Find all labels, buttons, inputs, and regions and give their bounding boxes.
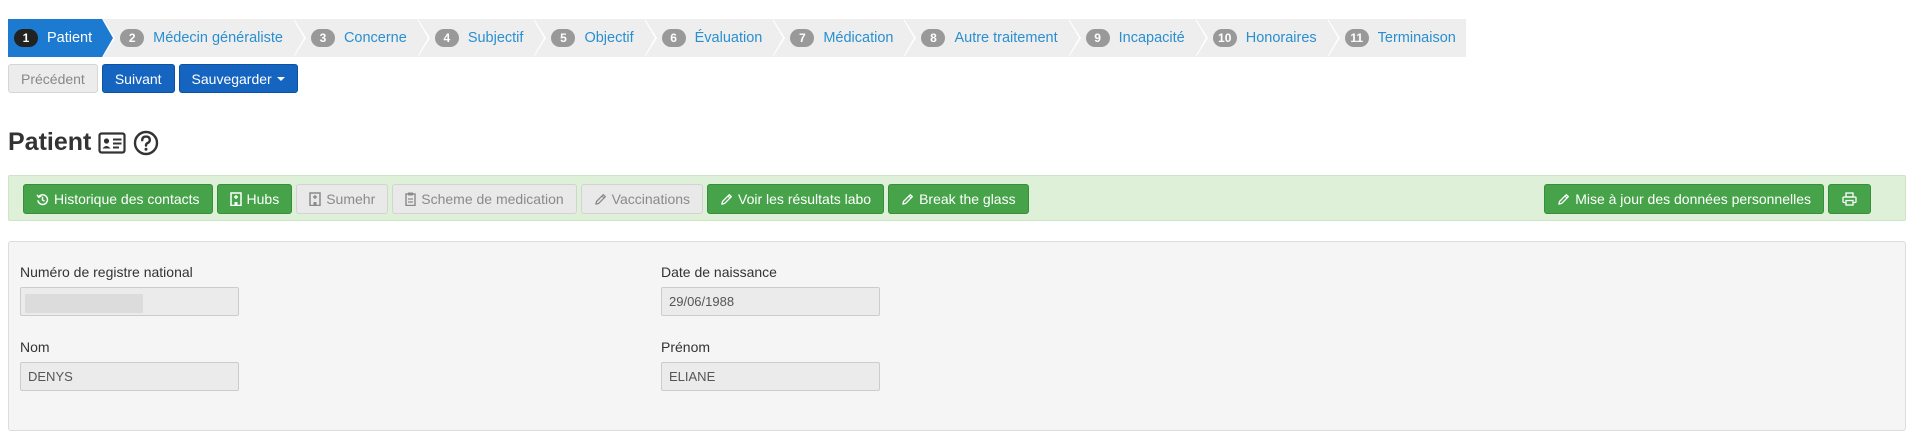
button-label: Vaccinations [611, 191, 691, 207]
birth-date-input[interactable] [661, 287, 880, 316]
patient-action-bar: Historique des contacts Hubs Sumehr Sche… [8, 175, 1906, 221]
step-concerne[interactable]: 3 Concerne [292, 19, 430, 57]
national-number-label: Numéro de registre national [20, 264, 193, 280]
step-number: 11 [1344, 29, 1369, 47]
step-number: 7 [790, 29, 815, 47]
step-number: 8 [921, 29, 946, 47]
button-label: Scheme de medication [421, 191, 564, 207]
step-label: Médecin généraliste [153, 30, 283, 46]
button-label: Hubs [246, 191, 280, 207]
step-fees[interactable]: 10 Honoraires [1194, 19, 1340, 57]
step-evaluation[interactable]: 6 Évaluation [643, 19, 786, 57]
step-label: Incapacité [1118, 30, 1185, 46]
button-label: Historique des contacts [54, 191, 200, 207]
hubs-button[interactable]: Hubs [216, 184, 293, 214]
sumehr-button[interactable]: Sumehr [296, 184, 389, 214]
button-label: Mise à jour des données personnelles [1575, 191, 1811, 207]
clipboard-icon [405, 192, 416, 206]
step-patient[interactable]: 1 Patient [8, 19, 116, 57]
wizard-steps: 1 Patient 2 Médecin généraliste 3 Concer… [8, 19, 1466, 57]
lab-results-button[interactable]: Voir les résultats labo [707, 184, 885, 214]
step-number: 6 [661, 29, 686, 47]
first-name-input[interactable] [661, 362, 880, 391]
first-name-field-group: Prénom [661, 339, 880, 391]
vaccinations-button[interactable]: Vaccinations [580, 184, 704, 214]
history-icon [36, 193, 49, 206]
print-button[interactable] [1828, 184, 1871, 214]
page-title: Patient [8, 128, 92, 156]
previous-button[interactable]: Précédent [8, 64, 98, 93]
step-objectif[interactable]: 5 Objectif [533, 19, 657, 57]
step-label: Concerne [343, 30, 407, 46]
save-label: Sauvegarder [191, 70, 272, 87]
birth-date-label: Date de naissance [661, 264, 777, 280]
step-number: 3 [310, 29, 335, 47]
step-label: Honoraires [1245, 30, 1317, 46]
birth-date-field-group: Date de naissance [661, 264, 880, 316]
step-label: Subjectif [467, 30, 524, 46]
step-number: 5 [551, 29, 576, 47]
caret-down-icon [276, 76, 285, 81]
print-icon [1842, 192, 1857, 206]
button-label: Voir les résultats labo [738, 191, 872, 207]
step-number: 1 [14, 29, 38, 47]
redacted-value [25, 294, 143, 313]
last-name-label: Nom [20, 339, 50, 355]
step-number: 4 [434, 29, 459, 47]
national-number-field-group: Numéro de registre national [20, 264, 239, 316]
last-name-field-group: Nom [20, 339, 239, 391]
button-label: Break the glass [919, 191, 1016, 207]
medication-scheme-button[interactable]: Scheme de medication [392, 184, 577, 214]
step-label: Évaluation [694, 30, 763, 46]
step-label: Terminaison [1377, 30, 1456, 46]
button-label: Sumehr [326, 191, 376, 207]
step-label: Objectif [584, 30, 634, 46]
step-medication[interactable]: 7 Médication [772, 19, 917, 57]
pencil-icon [901, 193, 914, 206]
step-subjectif[interactable]: 4 Subjectif [416, 19, 547, 57]
step-label: Médication [823, 30, 894, 46]
hospital-icon [309, 192, 321, 206]
step-termination[interactable]: 11 Terminaison [1326, 19, 1466, 57]
contact-history-button[interactable]: Historique des contacts [23, 184, 213, 214]
wizard-navigation: Précédent Suivant Sauvegarder [8, 64, 298, 93]
help-circle-icon[interactable] [133, 130, 159, 156]
step-incapacity[interactable]: 9 Incapacité [1067, 19, 1208, 57]
patient-form-panel: Numéro de registre national Date de nais… [8, 241, 1906, 431]
last-name-input[interactable] [20, 362, 239, 391]
next-button[interactable]: Suivant [101, 64, 175, 93]
pencil-icon [594, 193, 607, 206]
step-label: Autre traitement [954, 30, 1058, 46]
pencil-icon [1557, 193, 1570, 206]
save-dropdown-button[interactable]: Sauvegarder [178, 64, 298, 93]
hospital-icon [229, 192, 242, 206]
step-number: 2 [120, 29, 145, 47]
step-number: 9 [1085, 29, 1110, 47]
pencil-icon [720, 193, 733, 206]
step-other-treatment[interactable]: 8 Autre traitement [903, 19, 1081, 57]
first-name-label: Prénom [661, 339, 711, 355]
page-title-row: Patient [8, 128, 159, 157]
id-card-icon [98, 131, 126, 154]
break-the-glass-button[interactable]: Break the glass [888, 184, 1029, 214]
step-label: Patient [47, 30, 93, 46]
update-personal-data-button[interactable]: Mise à jour des données personnelles [1544, 184, 1824, 214]
step-number: 10 [1212, 29, 1237, 47]
step-general-practitioner[interactable]: 2 Médecin généraliste [102, 19, 306, 57]
